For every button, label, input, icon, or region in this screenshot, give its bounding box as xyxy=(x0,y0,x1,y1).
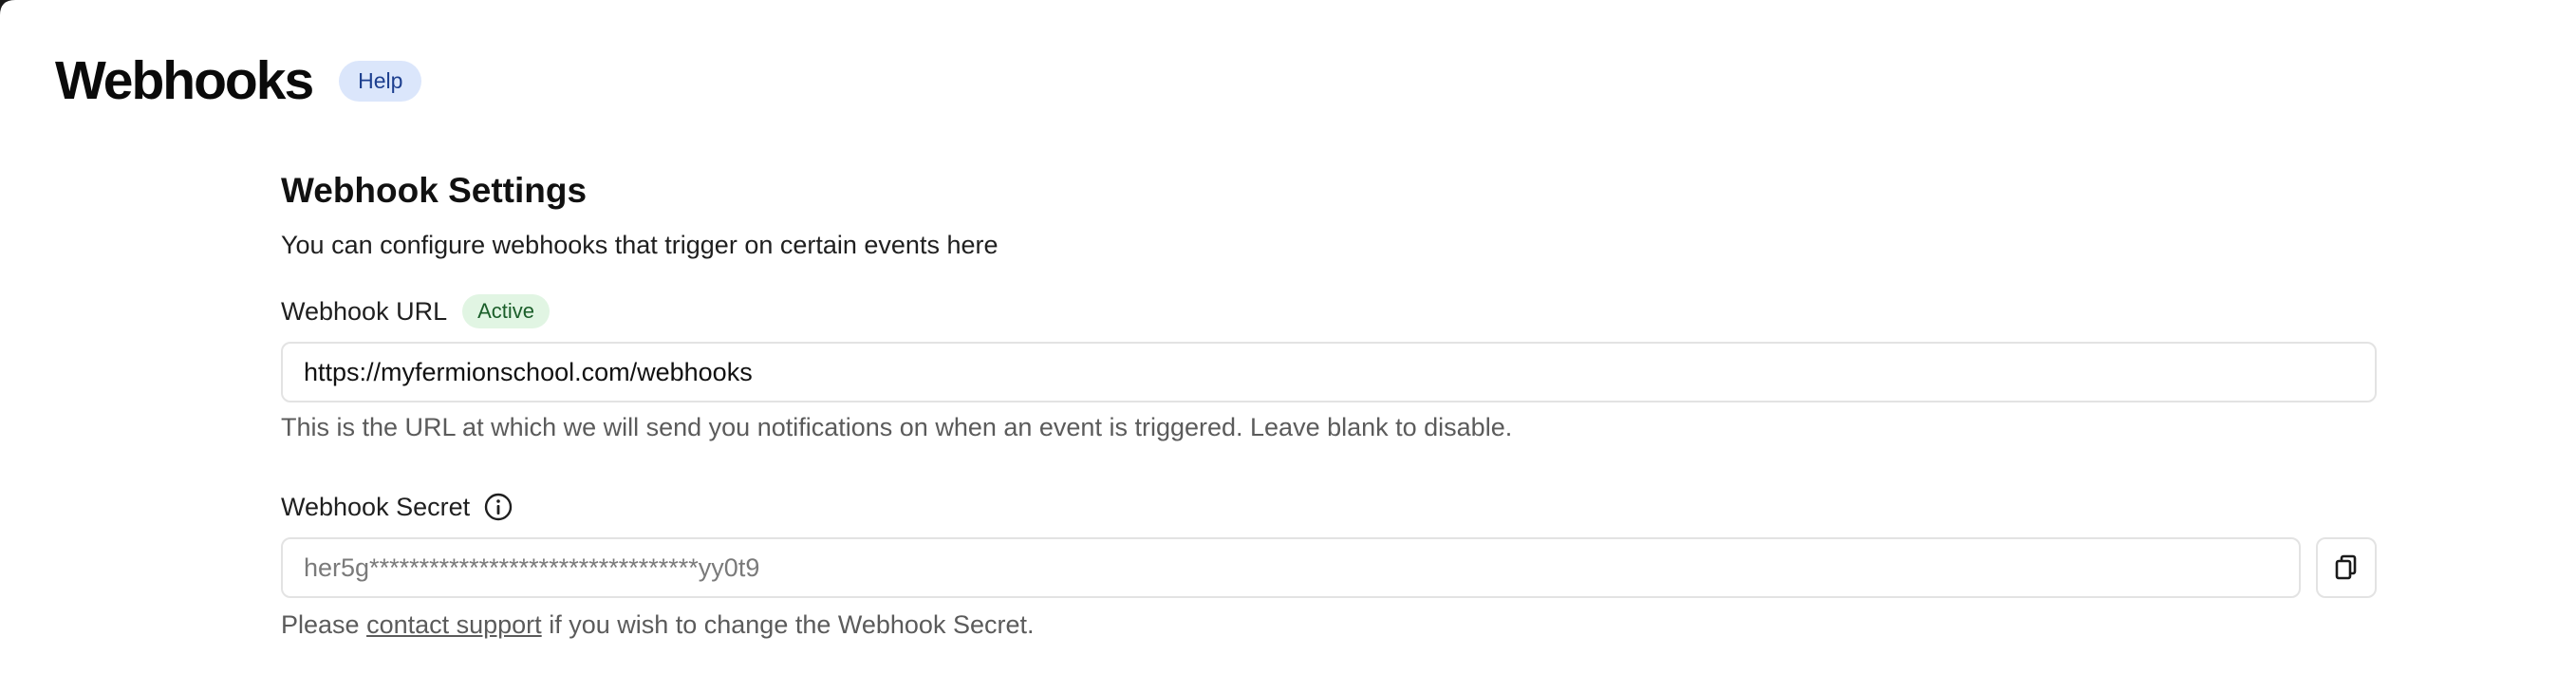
webhook-secret-field: her5g*********************************yy… xyxy=(281,537,2301,598)
copy-icon xyxy=(2334,554,2359,581)
webhook-url-input[interactable]: https://myfermionschool.com/webhooks xyxy=(281,342,2377,403)
contact-support-link[interactable]: contact support xyxy=(366,610,542,639)
status-badge: Active xyxy=(462,294,551,328)
page-title: Webhooks xyxy=(55,49,314,111)
webhook-secret-helper: Please contact support if you wish to ch… xyxy=(281,608,1035,642)
webhook-url-helper: This is the URL at which we will send yo… xyxy=(281,413,1513,441)
window-corner xyxy=(0,0,15,15)
webhook-url-value: https://myfermionschool.com/webhooks xyxy=(304,357,753,386)
section-title: Webhook Settings xyxy=(281,171,588,210)
help-button[interactable]: Help xyxy=(339,60,422,102)
copy-secret-button[interactable] xyxy=(2316,537,2377,598)
info-icon[interactable] xyxy=(483,492,513,522)
webhook-secret-label: Webhook Secret xyxy=(281,493,471,521)
webhook-url-label-row: Webhook URL Active xyxy=(281,294,551,328)
helper-suffix: if you wish to change the Webhook Secret… xyxy=(541,610,1035,639)
webhook-secret-label-row: Webhook Secret xyxy=(281,490,513,524)
section-description: You can configure webhooks that trigger … xyxy=(281,231,999,259)
helper-prefix: Please xyxy=(281,610,367,639)
webhook-url-label: Webhook URL xyxy=(281,297,448,326)
webhook-secret-value: her5g*********************************yy… xyxy=(304,552,760,582)
page-header: Webhooks Help xyxy=(55,44,422,118)
webhook-settings-section: Webhook Settings You can configure webho… xyxy=(281,167,2377,639)
